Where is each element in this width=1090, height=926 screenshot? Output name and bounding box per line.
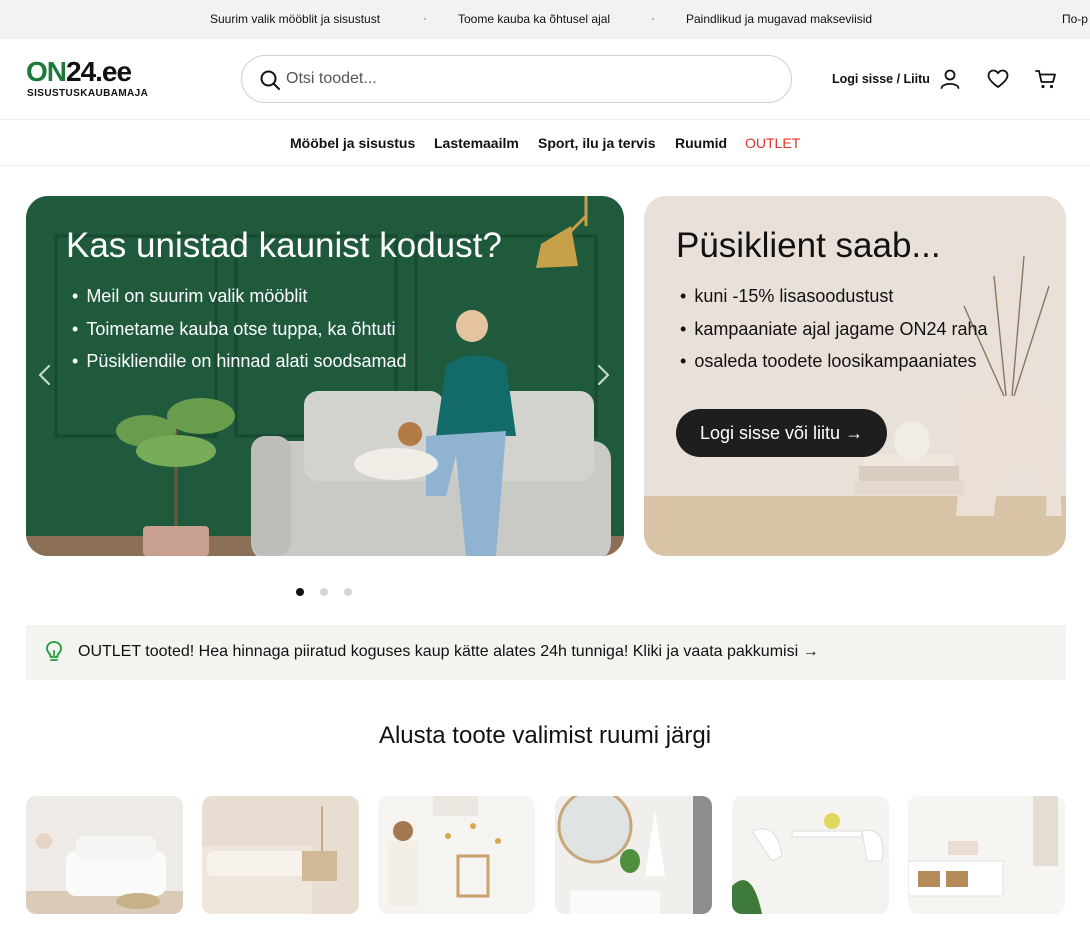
heart-icon[interactable] bbox=[986, 67, 1010, 91]
logo-subtitle: SISUSTUSKAUBAMAJA bbox=[27, 88, 149, 99]
room-card-kids-room[interactable] bbox=[378, 796, 535, 914]
logo-wordmark: ON24.ee bbox=[26, 56, 132, 87]
hero-slide[interactable]: Kas unistad kaunist kodust? Meil on suur… bbox=[26, 196, 624, 556]
nav-item-kids[interactable]: Lastemaailm bbox=[434, 135, 519, 151]
search-icon[interactable] bbox=[259, 69, 281, 91]
site-header: ON24.ee SISUSTUSKAUBAMAJA Logi sisse / L… bbox=[0, 39, 1090, 120]
logo-brand: ON bbox=[26, 56, 67, 87]
rooms-section-title: Alusta toote valimist ruumi järgi bbox=[378, 722, 712, 749]
slider-dot[interactable] bbox=[344, 588, 352, 596]
hero-bullet: Püsikliendile on hinnad alati soodsamad bbox=[72, 351, 406, 384]
nav-item-furniture[interactable]: Mööbel ja sisustus bbox=[290, 135, 415, 151]
promo-message-payment: Paindlikud ja mugavad makseviisid bbox=[686, 12, 873, 26]
main-navigation: Mööbel ja sisustus Lastemaailm Sport, il… bbox=[0, 120, 1090, 166]
loyalty-promo-card: Püsiklient saab... kuni -15% lisasoodust… bbox=[644, 196, 1066, 556]
search-input[interactable] bbox=[286, 66, 766, 92]
promo-bullet: osaleda toodete loosikampaaniates bbox=[680, 351, 988, 384]
room-card-bedroom[interactable] bbox=[202, 796, 359, 914]
login-register-link[interactable]: Logi sisse / Liitu bbox=[832, 72, 930, 86]
nav-item-rooms[interactable]: Ruumid bbox=[675, 135, 727, 151]
top-promo-bar: Suurim valik mööblit ja sisustust · Toom… bbox=[0, 0, 1090, 39]
room-card-bathroom[interactable] bbox=[555, 796, 712, 914]
outlet-banner[interactable]: OUTLET tooted! Hea hinnaga piiratud kogu… bbox=[26, 625, 1066, 680]
promo-title: Püsiklient saab... bbox=[676, 226, 941, 265]
promo-separator: · bbox=[423, 11, 427, 25]
promo-bullet: kampaaniate ajal jagame ON24 raha bbox=[680, 319, 987, 352]
lightbulb-icon bbox=[46, 641, 62, 661]
login-or-join-button[interactable]: Logi sisse või liitu → bbox=[676, 409, 888, 457]
user-icon[interactable] bbox=[938, 67, 962, 91]
hero-bullet-list: Meil on suurim valik mööblit Toimetame k… bbox=[72, 286, 407, 384]
slider-prev-arrow-icon[interactable] bbox=[34, 362, 56, 388]
nav-item-outlet[interactable]: OUTLET bbox=[745, 135, 800, 151]
room-card-dining-room[interactable] bbox=[732, 796, 889, 914]
promo-bullet-list: kuni -15% lisasoodustust kampaaniate aja… bbox=[680, 286, 988, 384]
slider-dot[interactable] bbox=[320, 588, 328, 596]
promo-message-delivery: Toome kauba ka õhtusel ajal bbox=[458, 12, 611, 26]
room-card-hallway[interactable] bbox=[908, 796, 1065, 914]
promo-message-assortment: Suurim valik mööblit ja sisustust bbox=[210, 12, 381, 26]
hero-bullet: Toimetame kauba otse tuppa, ka õhtuti bbox=[72, 319, 407, 352]
promo-separator: · bbox=[651, 11, 655, 25]
promo-bullet: kuni -15% lisasoodustust bbox=[680, 286, 988, 319]
room-card-living-room[interactable] bbox=[26, 796, 183, 914]
slider-dot-active[interactable] bbox=[296, 588, 304, 596]
cart-icon[interactable] bbox=[1034, 67, 1058, 91]
outlet-banner-text: OUTLET tooted! Hea hinnaga piiratud kogu… bbox=[78, 643, 819, 660]
hero-title: Kas unistad kaunist kodust? bbox=[66, 226, 502, 265]
slider-next-arrow-icon[interactable] bbox=[592, 362, 614, 388]
language-switch-russian[interactable]: По-р bbox=[1062, 12, 1088, 26]
nav-item-sport-beauty-health[interactable]: Sport, ilu ja tervis bbox=[538, 135, 655, 151]
site-logo[interactable]: ON24.ee SISUSTUSKAUBAMAJA bbox=[26, 56, 149, 103]
hero-bullet: Meil on suurim valik mööblit bbox=[72, 286, 407, 319]
logo-number: 24.ee bbox=[66, 56, 132, 87]
search-box bbox=[241, 55, 792, 103]
